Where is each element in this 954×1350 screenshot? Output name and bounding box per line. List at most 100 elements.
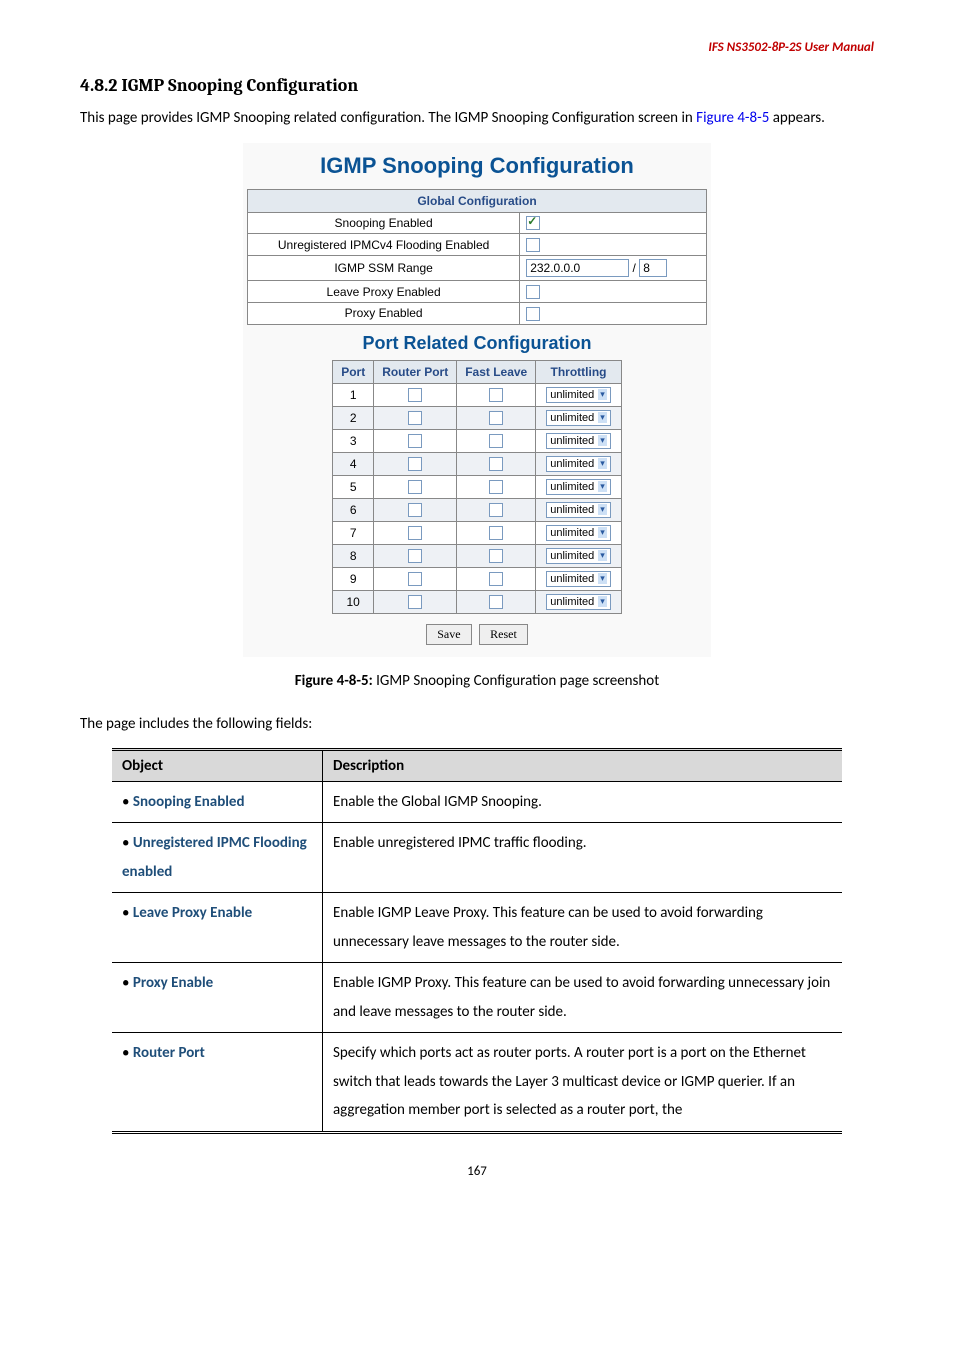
port-number: 9 xyxy=(333,567,374,590)
throttling-value: unlimited xyxy=(550,412,594,424)
desc-row: • Leave Proxy EnableEnable IGMP Leave Pr… xyxy=(112,893,842,963)
save-button[interactable]: Save xyxy=(426,624,471,645)
col-port: Port xyxy=(333,360,374,383)
col-router: Router Port xyxy=(374,360,457,383)
snooping-enabled-label: Snooping Enabled xyxy=(248,212,520,234)
bullet-icon: • xyxy=(122,904,133,922)
col-fast: Fast Leave xyxy=(457,360,536,383)
section-number: 4.8.2 xyxy=(80,75,117,96)
snooping-enabled-checkbox[interactable] xyxy=(526,216,540,230)
throttling-select[interactable]: unlimited▾ xyxy=(546,594,611,610)
throttling-value: unlimited xyxy=(550,504,594,516)
proxy-label: Proxy Enabled xyxy=(248,302,520,324)
global-config-table: Global Configuration Snooping Enabled Un… xyxy=(247,189,707,325)
port-row: 9 unlimited ▾ xyxy=(333,567,622,590)
flooding-enabled-checkbox[interactable] xyxy=(526,238,540,252)
leave-proxy-label: Leave Proxy Enabled xyxy=(248,281,520,303)
bullet-icon: • xyxy=(122,974,133,992)
figure-link[interactable]: Figure 4-8-5 xyxy=(696,109,769,127)
figure-label: Figure 4-8-5: xyxy=(295,672,373,690)
fields-intro: The page includes the following fields: xyxy=(80,715,874,733)
throttling-value: unlimited xyxy=(550,527,594,539)
desc-row: • Proxy EnableEnable IGMP Proxy. This fe… xyxy=(112,963,842,1033)
port-number: 10 xyxy=(333,590,374,613)
reset-button[interactable]: Reset xyxy=(479,624,528,645)
port-row: 10 unlimited▾ xyxy=(333,590,622,613)
router-port-checkbox[interactable] xyxy=(408,595,422,609)
ssm-prefix-input[interactable]: 8 xyxy=(639,259,667,277)
object-description: Enable unregistered IPMC traffic floodin… xyxy=(323,823,843,893)
desc-row: • Snooping EnabledEnable the Global IGMP… xyxy=(112,781,842,823)
port-row: 5 unlimited▾ xyxy=(333,475,622,498)
chevron-down-icon: ▾ xyxy=(598,504,607,515)
fast-leave-checkbox[interactable] xyxy=(489,457,503,471)
chevron-down-icon: ▾ xyxy=(598,458,607,469)
router-port-checkbox[interactable] xyxy=(408,457,422,471)
fast-leave-checkbox[interactable] xyxy=(489,480,503,494)
port-row: 2unlimited▾ xyxy=(333,406,622,429)
chevron-down-icon: ▾ xyxy=(598,389,607,400)
router-port-checkbox[interactable] xyxy=(408,388,422,402)
ssm-range-label: IGMP SSM Range xyxy=(248,256,520,281)
proxy-checkbox[interactable] xyxy=(526,307,540,321)
bullet-icon: • xyxy=(122,1044,133,1062)
throttling-select[interactable]: unlimited▾ xyxy=(546,479,611,495)
fast-leave-checkbox[interactable] xyxy=(489,595,503,609)
chevron-down-icon: ▾ xyxy=(598,435,607,446)
throttling-select[interactable]: unlimited▾ xyxy=(546,387,611,403)
throttling-select[interactable]: unlimited▾ xyxy=(546,433,611,449)
throttling-select[interactable]: unlimited ▾ xyxy=(546,571,611,587)
port-config-table: Port Router Port Fast Leave Throttling 1… xyxy=(332,360,622,614)
intro-prefix: This page provides IGMP Snooping related… xyxy=(80,109,696,127)
port-number: 6 xyxy=(333,498,374,521)
throttling-select[interactable]: unlimited▾ xyxy=(546,548,611,564)
throttling-select[interactable]: unlimited▾ xyxy=(546,525,611,541)
fast-leave-checkbox[interactable] xyxy=(489,503,503,517)
throttling-value: unlimited xyxy=(550,481,594,493)
port-row: 3 unlimited▾ xyxy=(333,429,622,452)
section-title: 4.8.2 IGMP Snooping Configuration xyxy=(80,75,874,96)
section-heading: IGMP Snooping Configuration xyxy=(121,75,358,96)
throttling-select[interactable]: unlimited ▾ xyxy=(546,502,611,518)
port-row: 6 unlimited ▾ xyxy=(333,498,622,521)
object-label: Snooping Enabled xyxy=(133,793,245,811)
fast-leave-checkbox[interactable] xyxy=(489,388,503,402)
fast-leave-checkbox[interactable] xyxy=(489,572,503,586)
object-label: Unregistered IPMC Flooding enabled xyxy=(122,834,307,881)
intro-text: This page provides IGMP Snooping related… xyxy=(80,104,874,133)
desc-row: • Router PortSpecify which ports act as … xyxy=(112,1033,842,1133)
router-port-checkbox[interactable] xyxy=(408,572,422,586)
router-port-checkbox[interactable] xyxy=(408,434,422,448)
col-throttling: Throttling xyxy=(536,360,622,383)
object-description: Enable IGMP Leave Proxy. This feature ca… xyxy=(323,893,843,963)
flooding-enabled-label: Unregistered IPMCv4 Flooding Enabled xyxy=(248,234,520,256)
ssm-ip-input[interactable]: 232.0.0.0 xyxy=(526,259,629,277)
fast-leave-checkbox[interactable] xyxy=(489,434,503,448)
panel-title: IGMP Snooping Configuration xyxy=(247,153,707,179)
leave-proxy-checkbox[interactable] xyxy=(526,285,540,299)
port-number: 4 xyxy=(333,452,374,475)
router-port-checkbox[interactable] xyxy=(408,549,422,563)
button-row: Save Reset xyxy=(247,624,707,645)
port-number: 5 xyxy=(333,475,374,498)
figure-text: IGMP Snooping Configuration page screens… xyxy=(373,672,660,690)
router-port-checkbox[interactable] xyxy=(408,526,422,540)
throttling-select[interactable]: unlimited ▾ xyxy=(546,456,611,472)
port-number: 7 xyxy=(333,521,374,544)
global-header: Global Configuration xyxy=(248,189,707,212)
router-port-checkbox[interactable] xyxy=(408,480,422,494)
port-number: 3 xyxy=(333,429,374,452)
fast-leave-checkbox[interactable] xyxy=(489,549,503,563)
chevron-down-icon: ▾ xyxy=(598,573,607,584)
router-port-checkbox[interactable] xyxy=(408,503,422,517)
description-table: Object Description • Snooping EnabledEna… xyxy=(112,748,842,1134)
port-row: 1unlimited▾ xyxy=(333,383,622,406)
fast-leave-checkbox[interactable] xyxy=(489,411,503,425)
throttling-select[interactable]: unlimited▾ xyxy=(546,410,611,426)
throttling-value: unlimited xyxy=(550,573,594,585)
desc-col-object: Object xyxy=(112,749,323,781)
port-config-title: Port Related Configuration xyxy=(247,333,707,354)
router-port-checkbox[interactable] xyxy=(408,411,422,425)
fast-leave-checkbox[interactable] xyxy=(489,526,503,540)
throttling-value: unlimited xyxy=(550,458,594,470)
